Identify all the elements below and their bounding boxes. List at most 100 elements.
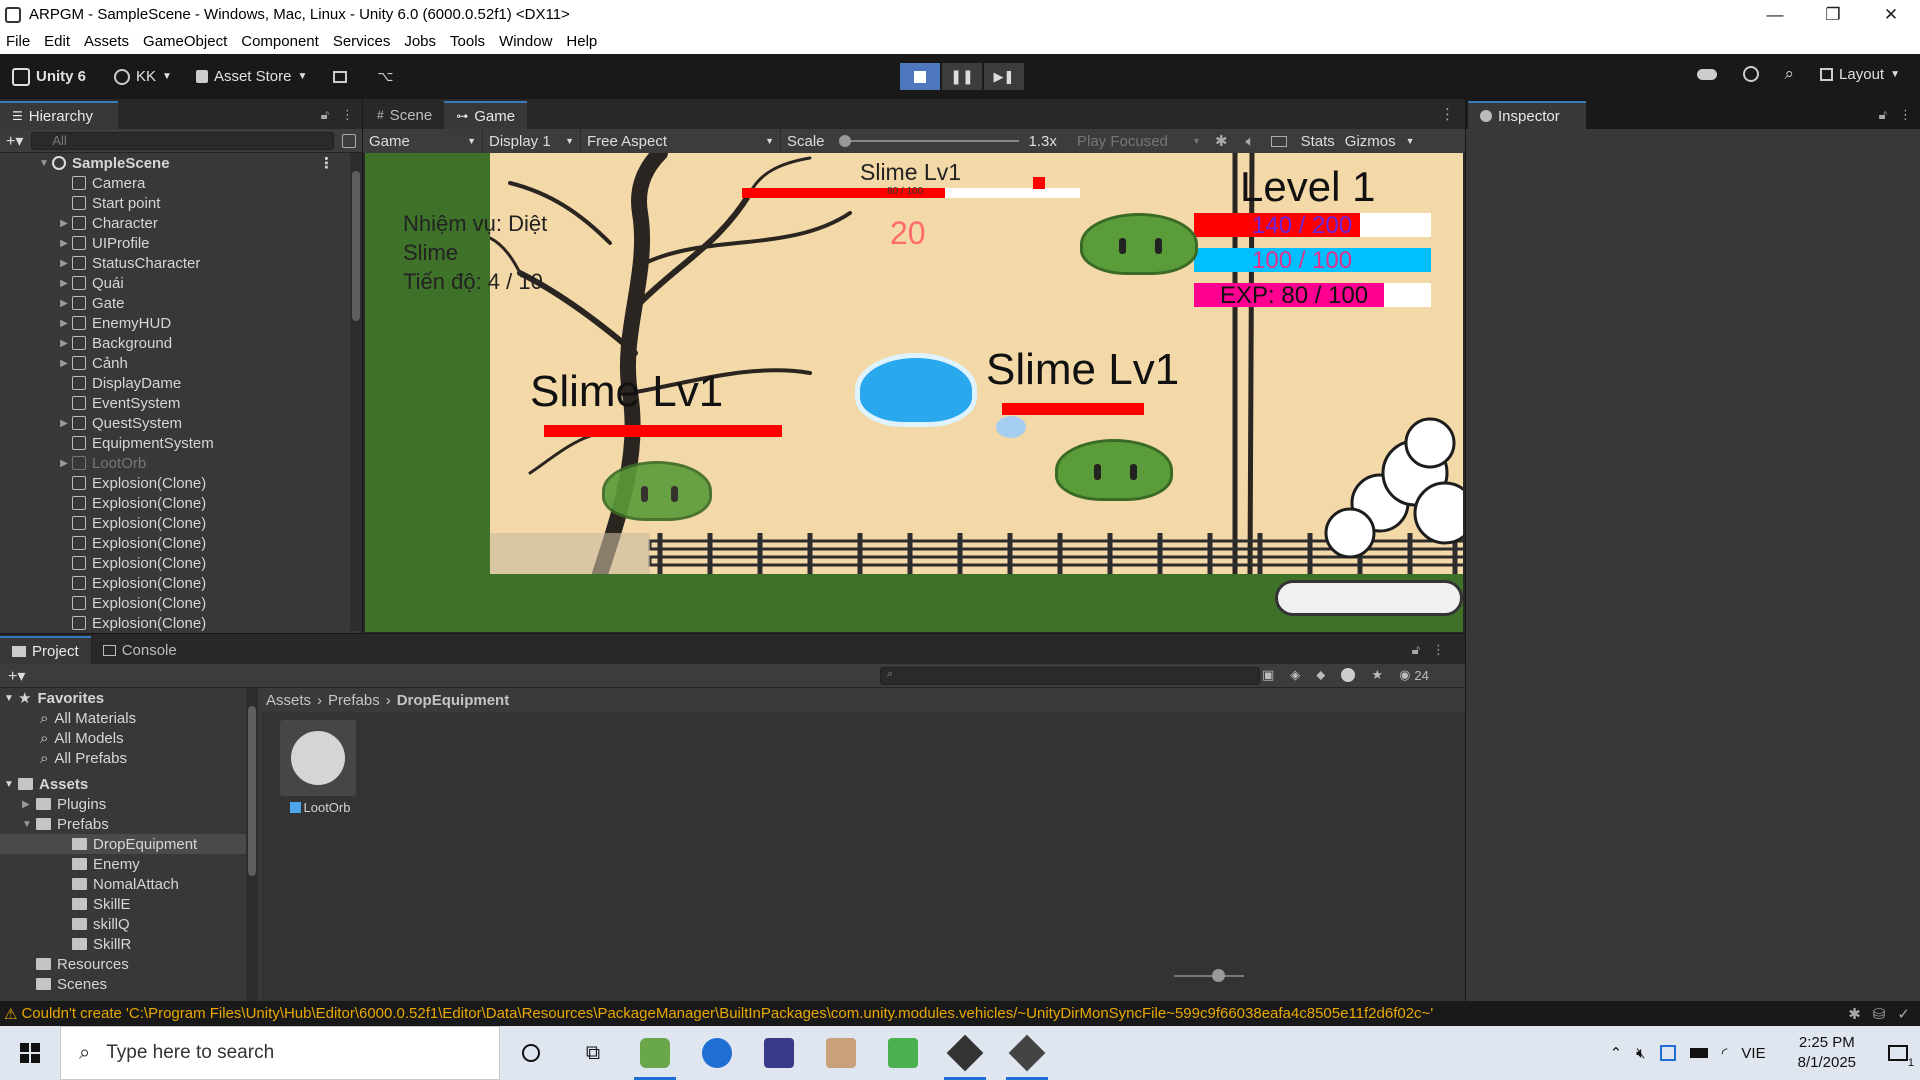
menu-tools[interactable]: Tools	[450, 33, 485, 50]
unity-account-button[interactable]: Unity 6	[12, 67, 86, 86]
game-viewport[interactable]: Slime Lv1 80 / 100 20 Nhiệm vụ: Diệt Sli…	[365, 153, 1463, 632]
assets-header[interactable]: ▼ Assets	[0, 774, 258, 794]
minimize-button[interactable]: —	[1746, 5, 1804, 25]
pause-button[interactable]: ❚❚	[942, 63, 982, 90]
expand-arrow-icon[interactable]: ▶	[58, 218, 70, 229]
expand-arrow-icon[interactable]: ▶	[58, 338, 70, 349]
kebab-menu-icon[interactable]: ⋮	[1899, 107, 1912, 123]
aspect-dropdown[interactable]: Free Aspect ▼	[581, 129, 781, 153]
project-folder-item[interactable]: ▼ Prefabs	[0, 814, 258, 834]
project-tree-scrollbar[interactable]	[246, 688, 258, 1001]
menu-window[interactable]: Window	[499, 33, 552, 50]
hierarchy-item[interactable]: ▶ Character	[0, 213, 350, 233]
hierarchy-search-input[interactable]: All	[31, 131, 334, 150]
wifi-icon[interactable]: ◜	[1722, 1044, 1728, 1062]
search-icon[interactable]: ⌕	[1785, 64, 1795, 84]
play-stop-button[interactable]	[900, 63, 940, 90]
language-indicator[interactable]: VIE	[1741, 1045, 1765, 1062]
expand-arrow-icon[interactable]: ▶	[58, 258, 70, 269]
kebab-menu-icon[interactable]: ⋮	[1430, 105, 1465, 129]
hierarchy-item[interactable]: ▶ LootOrb	[0, 453, 350, 473]
hierarchy-item[interactable]: ▶ Quái	[0, 273, 350, 293]
scene-root-sample[interactable]: ▼ SampleScene ⋮	[0, 153, 350, 173]
version-control-button[interactable]: ⌥	[377, 68, 393, 85]
gizmos-button[interactable]: Gizmos	[1345, 133, 1396, 150]
audio-icon[interactable]: 🔈︎	[1246, 133, 1255, 150]
battery-icon[interactable]	[1689, 1048, 1708, 1058]
menu-gameobject[interactable]: GameObject	[143, 33, 227, 50]
notifications-button[interactable]: 1	[1888, 1045, 1914, 1069]
history-icon[interactable]	[1742, 66, 1759, 82]
hierarchy-item[interactable]: ▶ StatusCharacter	[0, 253, 350, 273]
project-folder-item[interactable]: DropEquipment	[0, 834, 258, 854]
favorite-item[interactable]: ⌕ All Prefabs	[0, 748, 258, 768]
menu-component[interactable]: Component	[241, 33, 319, 50]
expand-arrow-icon[interactable]: ▼	[4, 779, 18, 790]
project-folder-item[interactable]: SkillR	[0, 934, 258, 954]
favorite-item[interactable]: ⌕ All Models	[0, 728, 258, 748]
favorite-star-icon[interactable]: ★	[1371, 667, 1383, 683]
hierarchy-item[interactable]: EquipmentSystem	[0, 433, 350, 453]
project-folder-item[interactable]: Scenes	[0, 974, 258, 994]
cortana-button[interactable]	[500, 1026, 562, 1080]
lock-icon[interactable]: 🔓︎	[1412, 642, 1420, 658]
asset-store-dropdown[interactable]: Asset Store ▼	[195, 68, 307, 85]
hierarchy-item[interactable]: Camera	[0, 173, 350, 193]
taskbar-app-bluestacks[interactable]	[872, 1026, 934, 1080]
kebab-menu-icon[interactable]: ⋮	[341, 107, 354, 123]
taskbar-app-unity-hub[interactable]	[934, 1026, 996, 1080]
expand-arrow-icon[interactable]: ▶	[58, 358, 70, 369]
kebab-menu-icon[interactable]: ⋮	[319, 154, 334, 172]
scale-slider-handle[interactable]	[838, 135, 851, 147]
hidden-packages-button[interactable]: ◉ 24	[1399, 667, 1429, 683]
hierarchy-item[interactable]: Explosion(Clone)	[0, 573, 350, 593]
hierarchy-item[interactable]: ▶ UIProfile	[0, 233, 350, 253]
hierarchy-scrollbar[interactable]	[350, 153, 362, 631]
background-tasks-icon[interactable]: ⛁	[1873, 1005, 1886, 1023]
hierarchy-item[interactable]: ▶ EnemyHUD	[0, 313, 350, 333]
menu-assets[interactable]: Assets	[84, 33, 129, 50]
kebab-menu-icon[interactable]: ⋮	[1432, 642, 1445, 658]
bug-icon[interactable]: ✱	[1215, 132, 1228, 150]
icon-size-slider[interactable]	[1174, 969, 1244, 982]
favorites-header[interactable]: ▼ ★ Favorites	[0, 688, 258, 708]
account-dropdown[interactable]: KK ▼	[114, 68, 172, 85]
hierarchy-item[interactable]: Explosion(Clone)	[0, 613, 350, 633]
keyboard-icon[interactable]	[1270, 135, 1287, 147]
tab-project[interactable]: Project	[0, 636, 91, 664]
filter-by-type-icon[interactable]: ◈	[1290, 667, 1300, 683]
hierarchy-item[interactable]: Explosion(Clone)	[0, 513, 350, 533]
taskbar-app-game2[interactable]	[748, 1026, 810, 1080]
hierarchy-item[interactable]: Explosion(Clone)	[0, 593, 350, 613]
display-dropdown[interactable]: Display 1 ▼	[483, 129, 581, 153]
expand-arrow-icon[interactable]: ▶	[58, 278, 70, 289]
mute-icon[interactable]: 🔇︎	[1636, 1045, 1645, 1062]
debug-icon[interactable]: ✱	[1848, 1005, 1861, 1023]
project-folder-item[interactable]: NomalAttach	[0, 874, 258, 894]
hierarchy-item[interactable]: Explosion(Clone)	[0, 553, 350, 573]
hierarchy-item[interactable]: ▶ QuestSystem	[0, 413, 350, 433]
lock-icon[interactable]: 🔓︎	[321, 107, 329, 123]
add-object-button[interactable]: +▾	[6, 131, 23, 151]
tab-hierarchy[interactable]: ☰ Hierarchy	[0, 101, 118, 129]
close-button[interactable]: ✕	[1862, 5, 1920, 25]
start-button[interactable]	[0, 1026, 60, 1080]
breadcrumb-dropequipment[interactable]: DropEquipment	[397, 692, 510, 709]
project-folder-item[interactable]: ▶ Plugins	[0, 794, 258, 814]
asset-tile-lootorb[interactable]: LootOrb	[280, 720, 360, 815]
game-mode-dropdown[interactable]: Game ▼	[363, 129, 483, 153]
hierarchy-item[interactable]: ▶ Background	[0, 333, 350, 353]
tab-console[interactable]: Console	[91, 636, 189, 664]
hierarchy-item[interactable]: Start point	[0, 193, 350, 213]
tab-inspector[interactable]: Inspector	[1468, 101, 1586, 129]
expand-arrow-icon[interactable]: ▶	[58, 318, 70, 329]
menu-help[interactable]: Help	[566, 33, 597, 50]
taskbar-app-zalo[interactable]	[686, 1026, 748, 1080]
status-bar[interactable]: ⚠ Couldn't create 'C:\Program Files\Unit…	[0, 1001, 1920, 1026]
task-view-button[interactable]: ⧉	[562, 1026, 624, 1080]
favorite-item[interactable]: ⌕ All Materials	[0, 708, 258, 728]
expand-arrow-icon[interactable]: ▶	[22, 799, 36, 810]
search-by-type-icon[interactable]: ▣	[1262, 667, 1274, 683]
hierarchy-item[interactable]: Explosion(Clone)	[0, 473, 350, 493]
hierarchy-item[interactable]: Explosion(Clone)	[0, 493, 350, 513]
